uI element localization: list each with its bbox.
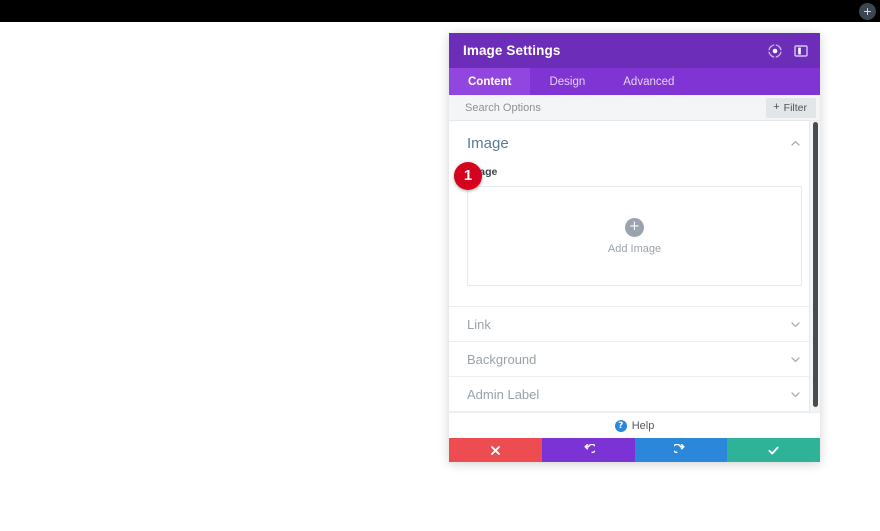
scroll-area[interactable]: Image Image + Add Image Link Background … [449, 121, 820, 412]
checkmark-icon [767, 444, 780, 457]
step-badge-1: 1 [454, 162, 482, 190]
section-image-header[interactable]: Image [467, 135, 802, 152]
vertical-scrollbar[interactable] [809, 121, 820, 412]
chevron-up-icon[interactable] [789, 137, 802, 150]
section-list-end-divider [449, 411, 820, 412]
cancel-button[interactable] [449, 438, 542, 462]
section-admin-label[interactable]: Admin Label [449, 376, 820, 411]
tab-design[interactable]: Design [530, 68, 604, 95]
chevron-down-icon[interactable] [789, 388, 802, 401]
image-field-label: Image [467, 166, 498, 178]
modal-header: Image Settings [449, 33, 820, 68]
plus-circle-icon[interactable]: + [859, 3, 876, 20]
redo-icon [674, 443, 687, 457]
filter-button-label: Filter [783, 101, 807, 114]
plus-circle-icon: + [625, 217, 644, 237]
image-upload-dropzone[interactable]: + Add Image [467, 186, 802, 286]
section-background-title: Background [467, 351, 537, 367]
panel-layout-icon[interactable] [794, 44, 808, 58]
chevron-down-icon[interactable] [789, 353, 802, 366]
wp-admin-bar: + [0, 0, 880, 22]
fullscreen-toggle-icon[interactable] [768, 43, 782, 58]
section-link-title: Link [467, 316, 491, 332]
scrollbar-thumb[interactable] [813, 122, 818, 408]
chevron-down-icon[interactable] [789, 318, 802, 331]
help-label: Help [631, 419, 655, 432]
settings-tabs: Content Design Advanced [449, 68, 820, 95]
save-button[interactable] [727, 438, 820, 462]
plus-icon: + [773, 101, 780, 113]
image-settings-modal: Image Settings Content Design Advanced S… [449, 33, 820, 462]
section-background[interactable]: Background [449, 341, 820, 376]
section-link[interactable]: Link [449, 306, 820, 341]
search-input[interactable] [465, 101, 767, 114]
undo-icon [582, 443, 595, 457]
tab-content[interactable]: Content [449, 68, 531, 95]
section-image-title: Image [467, 135, 509, 152]
modal-header-icons [768, 43, 808, 58]
close-x-icon [490, 445, 501, 456]
help-row[interactable]: ? Help [449, 412, 820, 438]
redo-button[interactable] [634, 438, 728, 462]
settings-scroll-body: Image Image + Add Image Link Background … [449, 121, 820, 412]
modal-action-bar [449, 438, 820, 462]
help-question-icon: ? [614, 419, 627, 432]
search-filter-bar: + Filter [449, 95, 820, 121]
page-title: Image Settings [463, 43, 561, 58]
section-admin-label-title: Admin Label [467, 386, 540, 402]
tab-advanced[interactable]: Advanced [604, 68, 693, 95]
filter-button[interactable]: + Filter [766, 97, 816, 118]
section-image: Image Image + Add Image [449, 121, 820, 292]
undo-button[interactable] [541, 438, 635, 462]
add-image-label: Add Image [607, 242, 662, 255]
